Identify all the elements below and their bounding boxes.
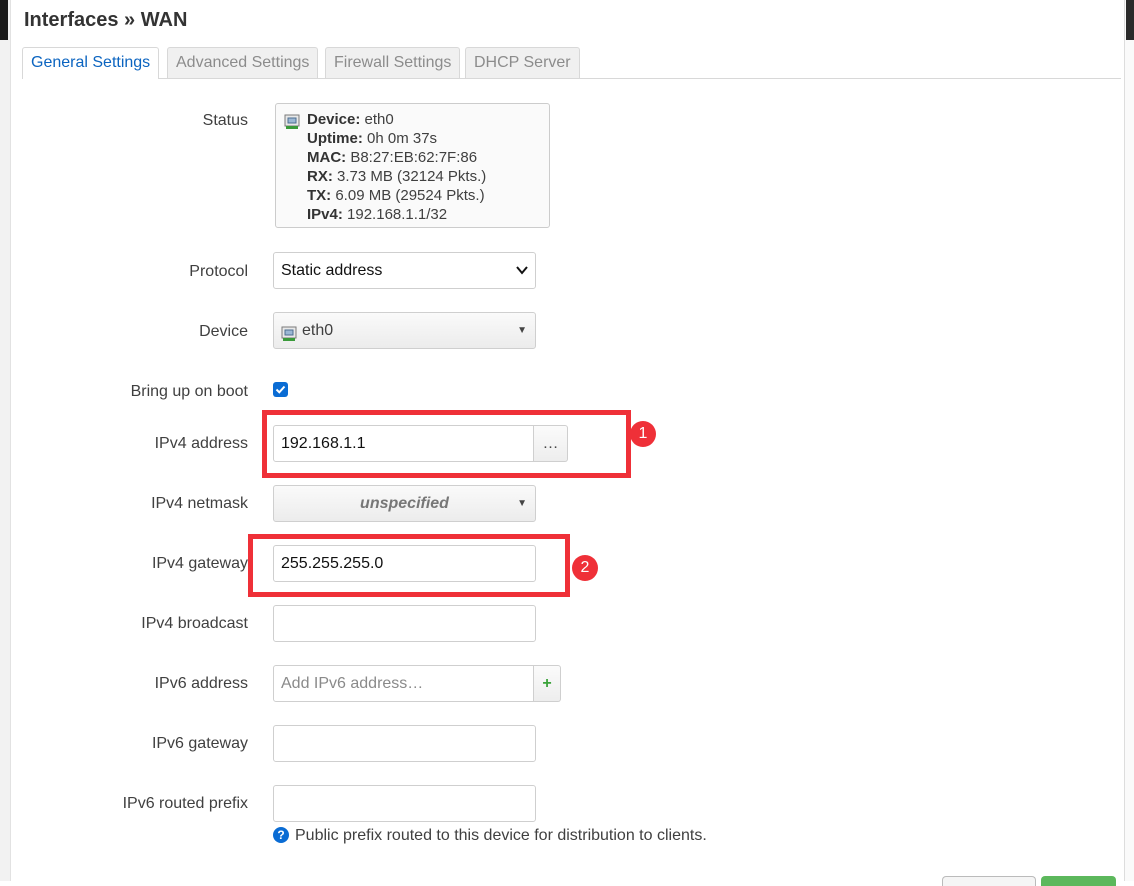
annotation-box-1 [262, 410, 631, 478]
checkmark-icon [275, 385, 286, 394]
status-line-device: Device: eth0 [307, 111, 394, 128]
dropdown-arrow-icon: ▼ [517, 325, 527, 336]
protocol-select[interactable]: Static address [273, 252, 536, 289]
add-ipv6-address-button[interactable]: + [534, 665, 561, 702]
ipv4-netmask-select[interactable]: unspecified ▼ [273, 485, 536, 522]
status-line-mac: MAC: B8:27:EB:62:7F:86 [307, 149, 478, 166]
bring-up-on-boot-label: Bring up on boot [130, 383, 248, 400]
background-header-right [1126, 0, 1134, 40]
background-page-left [0, 0, 11, 881]
ethernet-port-icon [284, 112, 302, 130]
status-details: Device: eth0 Uptime: 0h 0m 37s MAC: B8:2… [307, 110, 486, 224]
ipv4-address-label: IPv4 address [154, 435, 248, 452]
status-panel: Device: eth0 Uptime: 0h 0m 37s MAC: B8:2… [275, 103, 550, 228]
dialog-title: Interfaces » WAN [24, 9, 188, 31]
ipv4-broadcast-label: IPv4 broadcast [141, 615, 248, 632]
ipv4-netmask-select-value: unspecified [360, 495, 449, 512]
ipv6-address-input[interactable]: Add IPv6 address… [273, 665, 534, 702]
ipv6-gateway-label: IPv6 gateway [151, 735, 248, 752]
save-button[interactable] [1041, 876, 1116, 886]
protocol-select-value: Static address [281, 262, 383, 279]
ethernet-port-icon [281, 320, 299, 341]
ipv6-routed-prefix-input[interactable] [273, 785, 536, 822]
dropdown-arrow-icon: ▼ [517, 498, 527, 509]
ipv6-routed-prefix-label: IPv6 routed prefix [122, 795, 248, 812]
tab-bar: General Settings Advanced Settings Firew… [22, 47, 1121, 79]
ipv4-broadcast-input[interactable] [273, 605, 536, 642]
dismiss-button[interactable] [942, 876, 1036, 886]
ipv4-gateway-label: IPv4 gateway [151, 555, 248, 572]
ipv4-netmask-label: IPv4 netmask [151, 495, 248, 512]
ipv6-routed-prefix-help-text: Public prefix routed to this device for … [295, 827, 707, 844]
protocol-label: Protocol [189, 263, 248, 280]
ipv6-address-label: IPv6 address [154, 675, 248, 692]
tab-firewall-settings[interactable]: Firewall Settings [325, 47, 461, 78]
ipv6-routed-prefix-help: ? Public prefix routed to this device for… [273, 827, 707, 845]
help-icon: ? [273, 827, 289, 843]
background-page-right [1124, 0, 1134, 881]
status-line-rx: RX: 3.73 MB (32124 Pkts.) [307, 168, 487, 185]
device-select[interactable]: eth0 ▼ [273, 312, 536, 349]
status-line-uptime: Uptime: 0h 0m 37s [307, 130, 438, 147]
bring-up-on-boot-checkbox[interactable] [273, 382, 288, 397]
status-label: Status [202, 112, 248, 129]
tab-dhcp-server[interactable]: DHCP Server [465, 47, 580, 78]
annotation-badge-1: 1 [630, 421, 656, 447]
device-select-value: eth0 [302, 322, 334, 339]
chevron-down-icon [516, 253, 528, 301]
background-header-left [0, 0, 8, 40]
tab-advanced-settings[interactable]: Advanced Settings [167, 47, 319, 78]
annotation-badge-2: 2 [572, 555, 598, 581]
device-label: Device [199, 323, 248, 340]
ipv6-gateway-input[interactable] [273, 725, 536, 762]
tab-general-settings[interactable]: General Settings [22, 47, 160, 79]
annotation-box-2 [248, 534, 570, 597]
status-line-tx: TX: 6.09 MB (29524 Pkts.) [307, 187, 485, 204]
status-line-ipv4: IPv4: 192.168.1.1/32 [307, 206, 448, 223]
